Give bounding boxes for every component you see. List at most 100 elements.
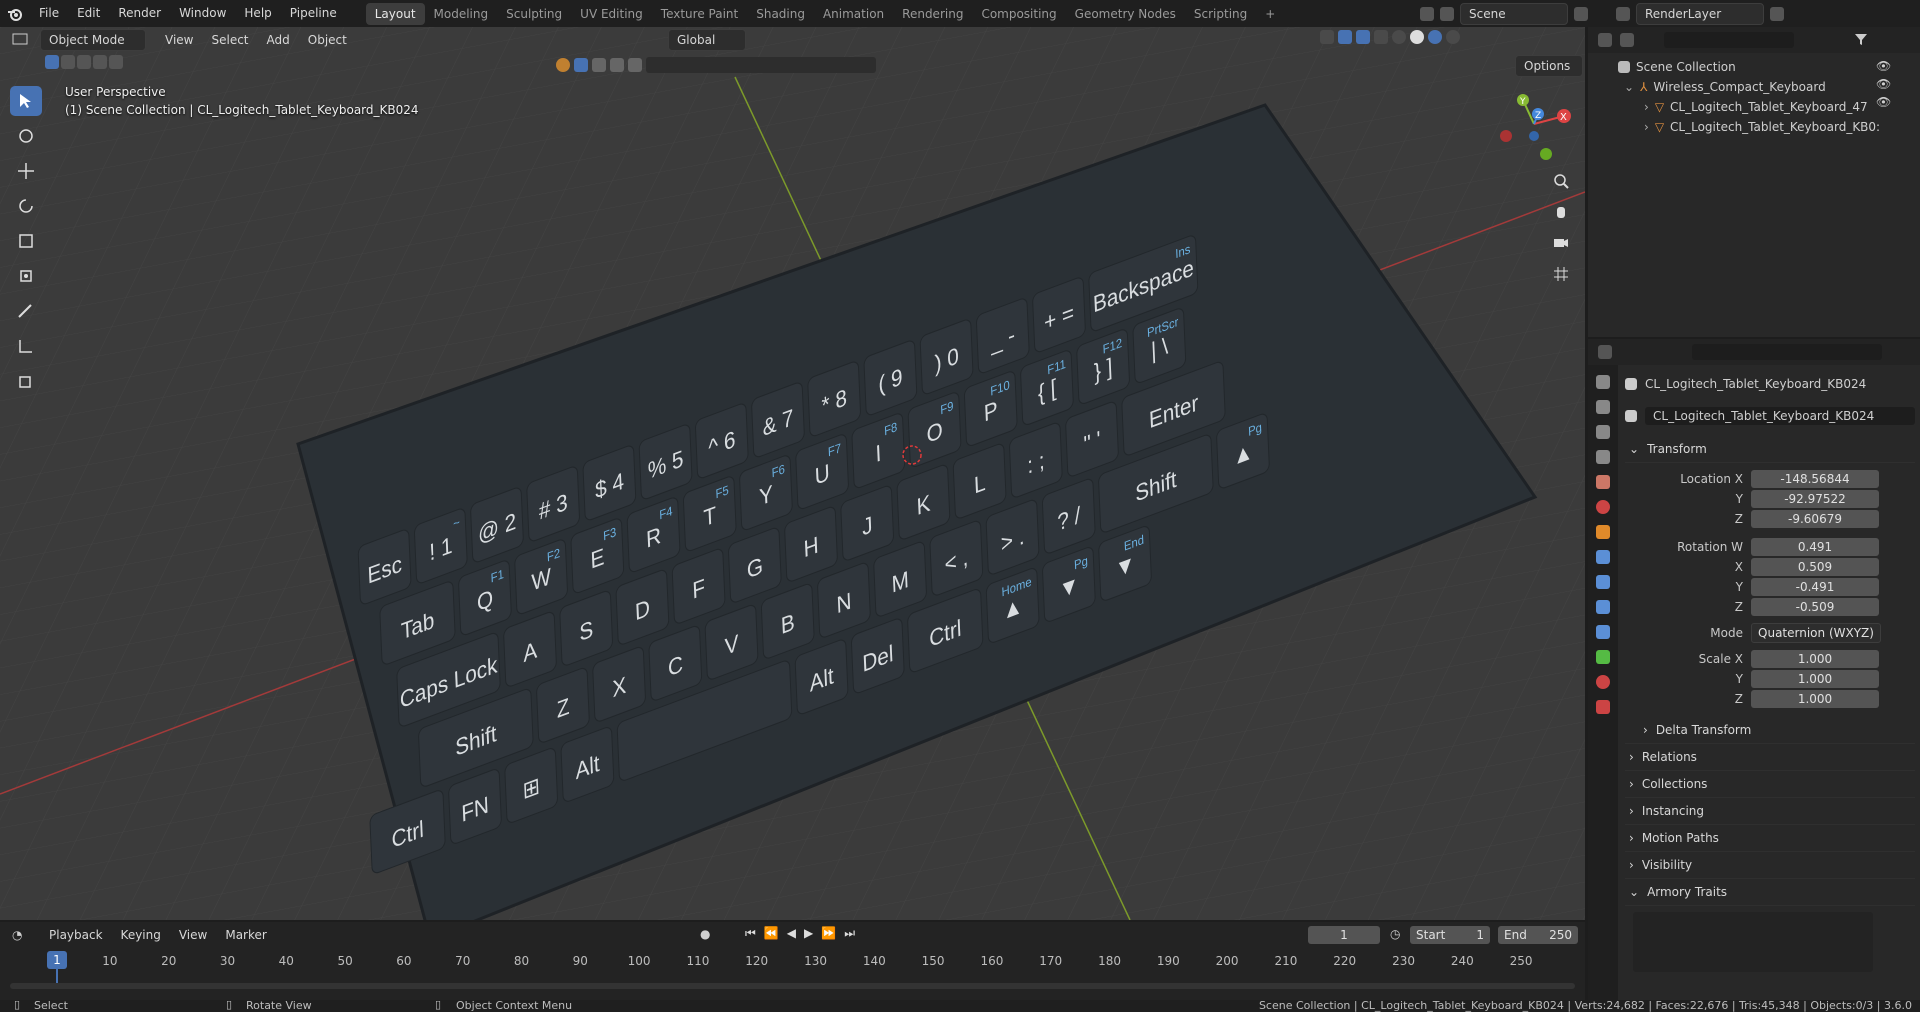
blender-logo-icon[interactable] xyxy=(0,6,30,22)
data-tab-icon[interactable] xyxy=(1596,650,1610,664)
select-extend-icon[interactable] xyxy=(61,55,75,69)
expand-icon[interactable]: ⌄ xyxy=(1624,80,1634,94)
overlay-icon[interactable] xyxy=(1356,30,1370,44)
start-frame-field[interactable]: Start 1 xyxy=(1410,926,1490,944)
mode-dropdown[interactable]: Object Mode xyxy=(40,29,146,51)
gizmo-icon[interactable] xyxy=(1338,30,1352,44)
collapse-icon[interactable]: › xyxy=(1644,100,1649,114)
keying-menu[interactable]: Keying xyxy=(112,922,170,949)
ortho-grid-icon[interactable] xyxy=(1552,265,1570,286)
menu-file[interactable]: File xyxy=(30,0,68,27)
timeline-scrollbar[interactable] xyxy=(10,983,1575,989)
prev-key-icon[interactable]: ⏪ xyxy=(764,926,779,941)
outliner-row-mesh-2[interactable]: › ▽ CL_Logitech_Tablet_Keyboard_KB0: xyxy=(1618,117,1920,137)
current-frame-field[interactable]: 1 xyxy=(1308,926,1380,944)
collapse-icon[interactable]: › xyxy=(1644,120,1649,134)
view-layer-tab-icon[interactable] xyxy=(1596,450,1610,464)
particles-tab-icon[interactable] xyxy=(1596,575,1610,589)
next-key-icon[interactable]: ⏩ xyxy=(821,926,836,941)
view-layer-icon[interactable] xyxy=(1616,7,1630,21)
scale-tool[interactable] xyxy=(10,226,42,256)
workspace-tab-animation[interactable]: Animation xyxy=(814,3,893,25)
eye-icon[interactable]: 👁 xyxy=(1876,59,1891,73)
collections-panel[interactable]: › Collections xyxy=(1625,771,1915,798)
physics-tab-icon[interactable] xyxy=(1596,600,1610,614)
end-frame-field[interactable]: End 250 xyxy=(1498,926,1578,944)
playhead[interactable]: 1 xyxy=(47,951,67,969)
filter-light-icon[interactable] xyxy=(592,58,606,72)
scene-selector-icon[interactable] xyxy=(1440,7,1454,21)
motion-paths-panel[interactable]: › Motion Paths xyxy=(1625,825,1915,852)
object-name-field[interactable]: CL_Logitech_Tablet_Keyboard_KB024 xyxy=(1645,407,1915,425)
options-button[interactable]: Options xyxy=(1515,55,1583,77)
properties-editor-icon[interactable] xyxy=(1598,345,1612,359)
zoom-icon[interactable] xyxy=(1552,172,1570,193)
output-tab-icon[interactable] xyxy=(1596,425,1610,439)
play-reverse-icon[interactable]: ◀ xyxy=(787,926,796,941)
world-tab-icon[interactable] xyxy=(1596,500,1610,514)
camera-view-icon[interactable] xyxy=(1552,234,1570,255)
outliner-row-mesh-1[interactable]: › ▽ CL_Logitech_Tablet_Keyboard_47 xyxy=(1618,97,1920,117)
workspace-tab-uv-editing[interactable]: UV Editing xyxy=(571,3,652,25)
workspace-tab-modeling[interactable]: Modeling xyxy=(425,3,498,25)
add-cube-tool[interactable] xyxy=(10,366,42,396)
select-invert-icon[interactable] xyxy=(93,55,107,69)
timeline-view-menu[interactable]: View xyxy=(170,922,216,949)
filter-camera-icon[interactable] xyxy=(610,58,624,72)
render-layer-field[interactable]: RenderLayer xyxy=(1636,3,1764,25)
playback-menu[interactable]: Playback xyxy=(40,922,112,949)
outliner-search-input[interactable] xyxy=(1664,32,1794,48)
clock-icon[interactable]: ◷ xyxy=(1390,927,1400,941)
object-tab-icon[interactable] xyxy=(1596,525,1610,539)
scene-field[interactable]: Scene xyxy=(1460,3,1568,25)
workspace-tab-texture-paint[interactable]: Texture Paint xyxy=(652,3,747,25)
cursor-tool[interactable] xyxy=(10,121,42,151)
timeline-editor-icon[interactable]: ◔ xyxy=(12,928,40,942)
workspace-tab-sculpting[interactable]: Sculpting xyxy=(497,3,571,25)
instancing-panel[interactable]: › Instancing xyxy=(1625,798,1915,825)
marker-menu[interactable]: Marker xyxy=(216,922,275,949)
scale-z-field[interactable]: 1.000 xyxy=(1751,690,1879,708)
menu-pipeline[interactable]: Pipeline xyxy=(281,0,346,27)
render-icon[interactable] xyxy=(1420,7,1434,21)
workspace-tab-scripting[interactable]: Scripting xyxy=(1185,3,1256,25)
select-intersect-icon[interactable] xyxy=(109,55,123,69)
modifier-tab-icon[interactable] xyxy=(1596,550,1610,564)
transform-tool[interactable] xyxy=(10,261,42,291)
workspace-tab-layout[interactable]: Layout xyxy=(365,2,425,25)
play-icon[interactable]: ▶ xyxy=(804,926,813,941)
render-tab-icon[interactable] xyxy=(1596,400,1610,414)
object-data-icon[interactable] xyxy=(1625,410,1637,422)
viewport-search-input[interactable] xyxy=(646,57,876,73)
measure-tool[interactable] xyxy=(10,331,42,361)
rotation-mode-dropdown[interactable]: Quaternion (WXYZ) xyxy=(1751,623,1881,643)
editor-type-icon[interactable] xyxy=(12,32,36,49)
jump-start-icon[interactable]: ⏮ xyxy=(745,926,756,941)
vp-menu-view[interactable]: View xyxy=(156,27,202,54)
relations-panel[interactable]: › Relations xyxy=(1625,744,1915,771)
xray-icon[interactable] xyxy=(1374,30,1388,44)
transform-panel-header[interactable]: ⌄ Transform xyxy=(1625,436,1915,463)
menu-edit[interactable]: Edit xyxy=(68,0,109,27)
vp-menu-object[interactable]: Object xyxy=(299,27,356,54)
select-subtract-icon[interactable] xyxy=(77,55,91,69)
location-z-field[interactable]: -9.60679 xyxy=(1751,510,1879,528)
object-types-icon[interactable] xyxy=(556,58,570,72)
material-shading-icon[interactable] xyxy=(1428,30,1442,44)
vp-menu-select[interactable]: Select xyxy=(202,27,257,54)
rotation-y-field[interactable]: -0.491 xyxy=(1751,578,1879,596)
display-mode-icon[interactable] xyxy=(1620,33,1634,47)
tool-tab-icon[interactable] xyxy=(1596,375,1610,389)
eye-icon[interactable]: 👁 xyxy=(1876,77,1891,91)
rotate-tool[interactable] xyxy=(10,191,42,221)
menu-window[interactable]: Window xyxy=(170,0,235,27)
filter-empty-icon[interactable] xyxy=(628,58,642,72)
jump-end-icon[interactable]: ⏭ xyxy=(844,926,855,941)
solid-shading-icon[interactable] xyxy=(1410,30,1424,44)
move-tool[interactable] xyxy=(10,156,42,186)
material-tab-icon[interactable] xyxy=(1596,675,1610,689)
workspace-tab-shading[interactable]: Shading xyxy=(747,3,814,25)
new-layer-icon[interactable] xyxy=(1770,7,1784,21)
location-y-field[interactable]: -92.97522 xyxy=(1751,490,1879,508)
scale-y-field[interactable]: 1.000 xyxy=(1751,670,1879,688)
